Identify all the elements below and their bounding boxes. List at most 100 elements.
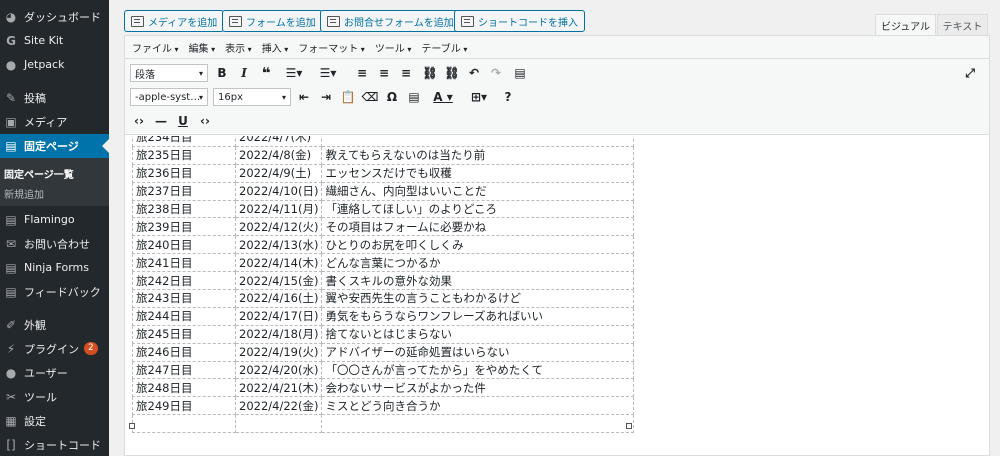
menu-insert[interactable]: 挿入 bbox=[262, 40, 289, 55]
day-cell[interactable]: 旅241日目 bbox=[132, 253, 236, 273]
day-cell[interactable]: 旅238日目 bbox=[132, 199, 236, 219]
table-resize-handle[interactable] bbox=[129, 423, 135, 429]
underline-icon[interactable]: U bbox=[174, 112, 192, 130]
date-cell[interactable]: 2022/4/13(水) bbox=[234, 235, 323, 255]
add-contact-form-button[interactable]: お問合せフォームを追加 bbox=[320, 10, 461, 32]
submenu-all-pages[interactable]: 固定ページ一覧 bbox=[0, 166, 109, 181]
sidebar-item-posts[interactable]: ✎ 投稿 bbox=[0, 86, 109, 109]
sidebar-item-dashboard[interactable]: ◕ ダッシュボード bbox=[0, 5, 109, 28]
editor-content[interactable]: 旅234日目 2022/4/7(木) 旅235日目 2022/4/8(金) 教えてもらえ… bbox=[125, 136, 989, 455]
sidebar-item-site-kit[interactable]: G Site Kit bbox=[0, 29, 109, 52]
day-cell[interactable]: 旅240日目 bbox=[132, 235, 236, 255]
sidebar-item-settings[interactable]: ▦ 設定 bbox=[0, 409, 109, 432]
outdent-icon[interactable]: ⇤ bbox=[295, 88, 313, 106]
submenu-add-new[interactable]: 新規追加 bbox=[0, 186, 109, 201]
date-cell[interactable]: 2022/4/7(木) bbox=[234, 136, 323, 147]
title-cell[interactable]: 勇気をもらうならワンフレーズあればいい bbox=[321, 306, 635, 326]
undo-icon[interactable]: ↶ bbox=[465, 64, 483, 82]
date-cell[interactable]: 2022/4/15(金) bbox=[234, 271, 323, 291]
special-char-icon[interactable]: Ω bbox=[383, 88, 401, 106]
redo-icon[interactable]: ↷ bbox=[487, 64, 505, 82]
sidebar-item-shortcode[interactable]: [] ショートコード bbox=[0, 433, 109, 456]
day-cell[interactable]: 旅243日目 bbox=[132, 289, 236, 308]
day-cell[interactable]: 旅248日目 bbox=[132, 378, 236, 398]
day-cell[interactable]: 旅235日目 bbox=[132, 145, 236, 165]
sidebar-item-media[interactable]: ▣ メディア bbox=[0, 110, 109, 133]
title-cell[interactable]: 「連絡してほしい」のよりどころ bbox=[321, 199, 635, 219]
fullscreen-icon[interactable]: ⤢ bbox=[961, 64, 979, 82]
blockquote-icon[interactable]: ❝ bbox=[257, 64, 275, 82]
sidebar-item-jetpack[interactable]: ● Jetpack bbox=[0, 53, 109, 76]
menu-tools[interactable]: ツール bbox=[375, 40, 412, 55]
code-icon[interactable]: ‹› bbox=[130, 112, 148, 130]
sidebar-item-tools[interactable]: ✂ ツール bbox=[0, 385, 109, 408]
title-cell[interactable]: 書くスキルの意外な効果 bbox=[321, 271, 635, 291]
day-cell[interactable] bbox=[132, 414, 236, 434]
sidebar-item-plugins[interactable]: ⚡ プラグイン 2 bbox=[0, 337, 109, 360]
date-cell[interactable]: 2022/4/20(水) bbox=[234, 360, 323, 380]
add-form-button[interactable]: フォームを追加 bbox=[222, 10, 323, 32]
numbered-list-icon[interactable]: ☰▾ bbox=[315, 64, 341, 82]
unlink-icon[interactable]: ⛓ bbox=[443, 64, 461, 82]
table-resize-handle[interactable] bbox=[626, 423, 632, 429]
title-cell[interactable] bbox=[321, 414, 635, 434]
title-cell[interactable]: 「〇〇さんが言ってたから」をやめたくて bbox=[321, 360, 635, 380]
sidebar-item-feedback[interactable]: ▤ フィードバック bbox=[0, 280, 109, 303]
paste-text-icon[interactable]: 📋 bbox=[339, 88, 357, 106]
date-cell[interactable]: 2022/4/14(木) bbox=[234, 253, 323, 273]
clear-format-icon[interactable]: ⌫ bbox=[361, 88, 379, 106]
font-size-select[interactable]: 16px bbox=[213, 88, 291, 106]
menu-format[interactable]: フォーマット bbox=[298, 40, 365, 55]
day-cell[interactable]: 旅249日目 bbox=[132, 396, 236, 416]
paste-icon[interactable]: ▤ bbox=[405, 88, 423, 106]
insert-shortcode-button[interactable]: ショートコードを挿入 bbox=[454, 10, 585, 32]
menu-edit[interactable]: 編集 bbox=[189, 40, 216, 55]
tab-text[interactable]: テキスト bbox=[937, 14, 988, 36]
sidebar-item-appearance[interactable]: ✐ 外観 bbox=[0, 313, 109, 336]
day-cell[interactable]: 旅242日目 bbox=[132, 271, 236, 291]
sidebar-item-contact[interactable]: ✉ お問い合わせ bbox=[0, 232, 109, 255]
title-cell[interactable]: ひとりのお尻を叩くしくみ bbox=[321, 235, 635, 255]
date-cell[interactable]: 2022/4/22(金) bbox=[234, 396, 323, 416]
align-center-icon[interactable]: ≡ bbox=[375, 64, 393, 82]
date-cell[interactable]: 2022/4/11(月) bbox=[234, 199, 323, 219]
align-right-icon[interactable]: ≡ bbox=[397, 64, 415, 82]
indent-icon[interactable]: ⇥ bbox=[317, 88, 335, 106]
date-cell[interactable]: 2022/4/19(火) bbox=[234, 342, 323, 362]
day-cell[interactable]: 旅234日目 bbox=[132, 136, 236, 147]
add-media-button[interactable]: メディアを追加 bbox=[124, 10, 225, 32]
bold-icon[interactable]: B bbox=[213, 64, 231, 82]
menu-view[interactable]: 表示 bbox=[225, 40, 252, 55]
date-cell[interactable] bbox=[234, 414, 323, 434]
title-cell[interactable]: その項目はフォームに必要かね bbox=[321, 217, 635, 237]
title-cell[interactable]: 捨てないとはじまらない bbox=[321, 324, 635, 344]
bullet-list-icon[interactable]: ☰▾ bbox=[281, 64, 307, 82]
title-cell[interactable]: ミスとどう向き合うか bbox=[321, 396, 635, 416]
date-cell[interactable]: 2022/4/8(金) bbox=[234, 145, 323, 165]
title-cell[interactable] bbox=[321, 136, 635, 147]
table-icon[interactable]: ⊞▾ bbox=[465, 88, 493, 106]
date-cell[interactable]: 2022/4/16(土) bbox=[234, 289, 323, 308]
date-cell[interactable]: 2022/4/9(土) bbox=[234, 163, 323, 183]
text-color-icon[interactable]: A ▾ bbox=[429, 88, 457, 106]
date-cell[interactable]: 2022/4/12(火) bbox=[234, 217, 323, 237]
day-cell[interactable]: 旅246日目 bbox=[132, 342, 236, 362]
font-family-select[interactable]: -apple-syst… bbox=[130, 88, 208, 106]
horizontal-rule-icon[interactable]: — bbox=[152, 112, 170, 130]
date-cell[interactable]: 2022/4/18(月) bbox=[234, 324, 323, 344]
title-cell[interactable]: アドバイザーの延命処置はいらない bbox=[321, 342, 635, 362]
menu-file[interactable]: ファイル bbox=[132, 40, 179, 55]
sidebar-item-users[interactable]: ● ユーザー bbox=[0, 361, 109, 384]
align-left-icon[interactable]: ≡ bbox=[353, 64, 371, 82]
date-cell[interactable]: 2022/4/21(木) bbox=[234, 378, 323, 398]
help-icon[interactable]: ? bbox=[499, 88, 517, 106]
title-cell[interactable]: 翼や安西先生の言うこともわかるけど bbox=[321, 289, 635, 308]
title-cell[interactable]: 会わないサービスがよかった件 bbox=[321, 378, 635, 398]
link-icon[interactable]: ⛓ bbox=[421, 64, 439, 82]
date-cell[interactable]: 2022/4/17(日) bbox=[234, 306, 323, 326]
day-cell[interactable]: 旅236日目 bbox=[132, 163, 236, 183]
day-cell[interactable]: 旅247日目 bbox=[132, 360, 236, 380]
day-cell[interactable]: 旅244日目 bbox=[132, 306, 236, 326]
source-code-icon[interactable]: ‹› bbox=[196, 112, 214, 130]
title-cell[interactable]: どんな言葉につかるか bbox=[321, 253, 635, 273]
